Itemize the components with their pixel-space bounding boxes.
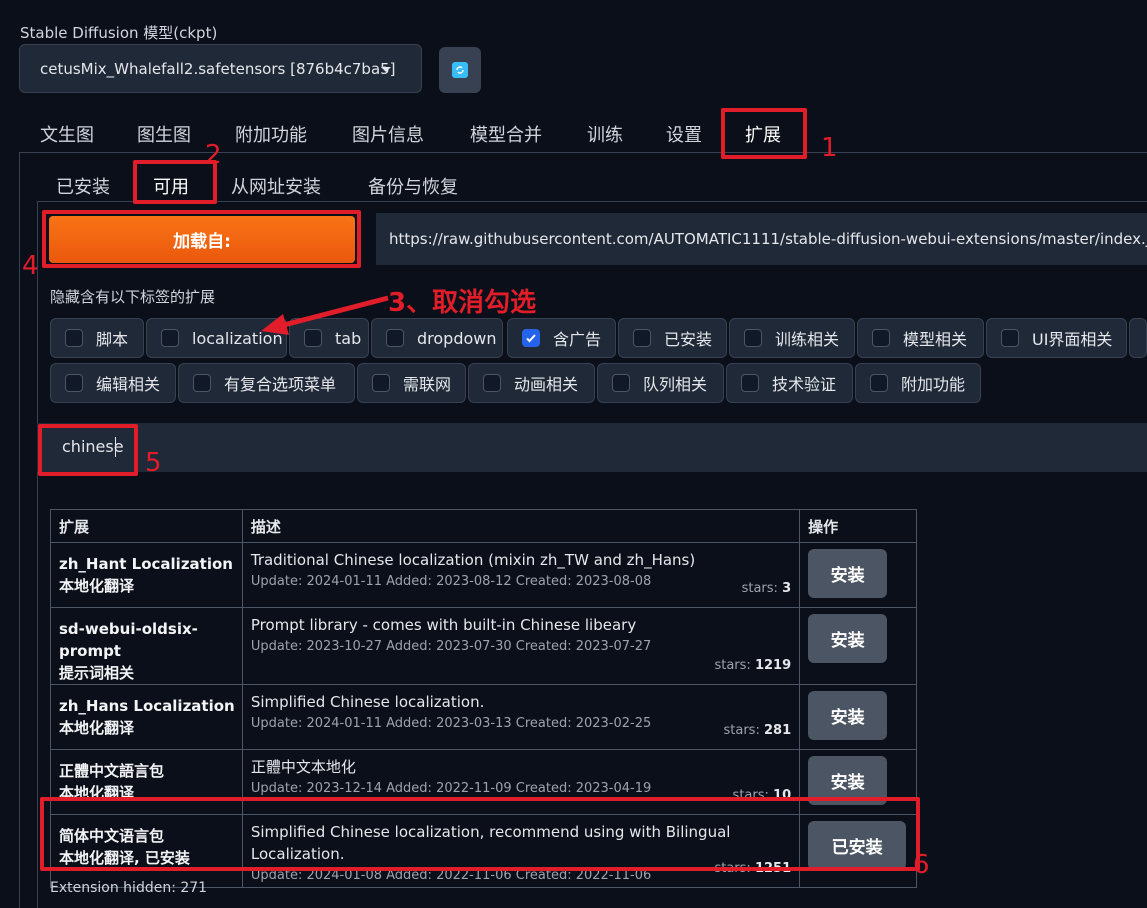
annotation-number-1: 1 xyxy=(821,133,838,163)
checkbox[interactable] xyxy=(193,374,211,392)
search-field[interactable] xyxy=(37,423,1147,472)
extension-description: 正體中文本地化 xyxy=(250,758,356,776)
annotation-number-5: 5 xyxy=(145,448,162,478)
filter-overflow[interactable] xyxy=(1129,318,1147,358)
table-header-row: 扩展 描述 操作 xyxy=(50,509,917,543)
extension-stars: stars: 281 xyxy=(723,723,792,738)
extension-name-link[interactable]: zh_Hans Localization xyxy=(59,695,242,717)
refresh-icon xyxy=(452,62,468,78)
annotation-box-load-button xyxy=(42,210,361,268)
checkbox[interactable] xyxy=(744,329,762,347)
chevron-down-icon xyxy=(381,67,391,72)
filter-dropdown-menu[interactable]: 有复合选项菜单 xyxy=(178,363,355,403)
tab-img2img[interactable]: 图生图 xyxy=(137,121,191,147)
install-button[interactable]: 安装 xyxy=(808,614,888,663)
extension-dates: Update: 2024-01-11 Added: 2023-08-12 Cre… xyxy=(250,574,652,589)
subtab-install-from-url[interactable]: 从网址安装 xyxy=(231,173,321,199)
filter-editing[interactable]: 编辑相关 xyxy=(50,363,176,403)
extension-name-link[interactable]: sd-webui-oldsix-prompt xyxy=(59,618,242,662)
extension-dates: Update: 2024-01-11 Added: 2023-03-13 Cre… xyxy=(250,716,652,731)
extension-name-link[interactable]: 正體中文語言包 xyxy=(59,760,242,782)
extension-tags: 本地化翻译 xyxy=(59,577,135,595)
extension-dates: Update: 2023-10-27 Added: 2023-07-30 Cre… xyxy=(250,639,652,654)
subtab-installed[interactable]: 已安装 xyxy=(56,173,110,199)
checkbox[interactable] xyxy=(161,329,179,347)
annotation-number-2: 2 xyxy=(205,140,222,170)
annotation-box-installed-row xyxy=(40,797,920,871)
checkbox[interactable] xyxy=(612,374,630,392)
extension-name-link[interactable]: zh_Hant Localization xyxy=(59,553,242,575)
filter-extras[interactable]: 附加功能 xyxy=(855,363,981,403)
annotation-number-6: 6 xyxy=(913,850,930,880)
extension-description: Traditional Chinese localization (mixin … xyxy=(250,551,696,569)
header-extension: 扩展 xyxy=(50,509,243,543)
model-selected-value: cetusMix_Whalefall2.safetensors [876b4c7… xyxy=(40,59,396,78)
tab-txt2img[interactable]: 文生图 xyxy=(40,121,94,147)
table-row: sd-webui-oldsix-prompt 提示词相关 Prompt libra… xyxy=(50,607,917,685)
refresh-button[interactable] xyxy=(439,47,481,93)
checkbox[interactable] xyxy=(741,374,759,392)
subtab-backup-restore[interactable]: 备份与恢复 xyxy=(368,173,458,199)
annotation-arrow-icon xyxy=(261,295,389,335)
filter-installed[interactable]: 已安装 xyxy=(618,318,727,358)
install-button[interactable]: 安装 xyxy=(808,691,888,740)
checkbox[interactable] xyxy=(372,374,390,392)
annotation-label-3: 3、取消勾选 xyxy=(388,288,537,318)
annotation-number-4: 4 xyxy=(22,251,39,281)
checkbox[interactable] xyxy=(872,329,890,347)
header-action: 操作 xyxy=(799,509,917,543)
checkmark-icon xyxy=(526,334,536,343)
table-row: zh_Hant Localization 本地化翻译 Traditional Ch… xyxy=(50,542,917,608)
checkbox[interactable] xyxy=(65,374,83,392)
hide-tags-label: 隐藏含有以下标签的扩展 xyxy=(50,288,216,306)
extension-hidden-count: Extension hidden: 271 xyxy=(50,880,208,896)
extension-tags: 提示词相关 xyxy=(59,664,135,682)
checkbox[interactable] xyxy=(633,329,651,347)
tab-train[interactable]: 训练 xyxy=(587,121,623,147)
extension-tags: 本地化翻译 xyxy=(59,719,135,737)
filter-science[interactable]: 技术验证 xyxy=(726,363,853,403)
filter-animation[interactable]: 动画相关 xyxy=(468,363,595,403)
index-url-input[interactable]: https://raw.githubusercontent.com/AUTOMA… xyxy=(376,213,1147,265)
model-label: Stable Diffusion 模型(ckpt) xyxy=(20,24,218,42)
extension-stars: stars: 1219 xyxy=(714,658,792,673)
filter-ui[interactable]: UI界面相关 xyxy=(986,318,1127,358)
tab-checkpoint-merger[interactable]: 模型合并 xyxy=(470,121,542,147)
tab-extras[interactable]: 附加功能 xyxy=(235,121,307,147)
extension-description: Simplified Chinese localization. xyxy=(250,693,485,711)
filter-queue[interactable]: 队列相关 xyxy=(597,363,724,403)
tab-settings[interactable]: 设置 xyxy=(666,121,702,147)
filter-online[interactable]: 需联网 xyxy=(357,363,466,403)
filter-script[interactable]: 脚本 xyxy=(50,318,144,358)
annotation-box-extensions-tab xyxy=(721,108,807,159)
filter-models[interactable]: 模型相关 xyxy=(857,318,984,358)
model-dropdown[interactable]: cetusMix_Whalefall2.safetensors [876b4c7… xyxy=(19,44,422,93)
checkbox[interactable] xyxy=(483,374,501,392)
extension-description: Prompt library - comes with built-in Chi… xyxy=(250,616,637,634)
tab-png-info[interactable]: 图片信息 xyxy=(352,121,424,147)
annotation-box-search xyxy=(38,424,138,476)
checkbox[interactable] xyxy=(870,374,888,392)
checkbox-checked[interactable] xyxy=(522,329,540,347)
checkbox[interactable] xyxy=(1001,329,1019,347)
header-description: 描述 xyxy=(241,509,801,543)
filter-training[interactable]: 训练相关 xyxy=(729,318,855,358)
table-row: zh_Hans Localization 本地化翻译 Simplified Chi… xyxy=(50,684,917,750)
checkbox[interactable] xyxy=(65,329,83,347)
install-button[interactable]: 安装 xyxy=(808,549,888,598)
extension-stars: stars: 3 xyxy=(741,581,792,596)
filter-ads[interactable]: 含广告 xyxy=(507,318,616,358)
